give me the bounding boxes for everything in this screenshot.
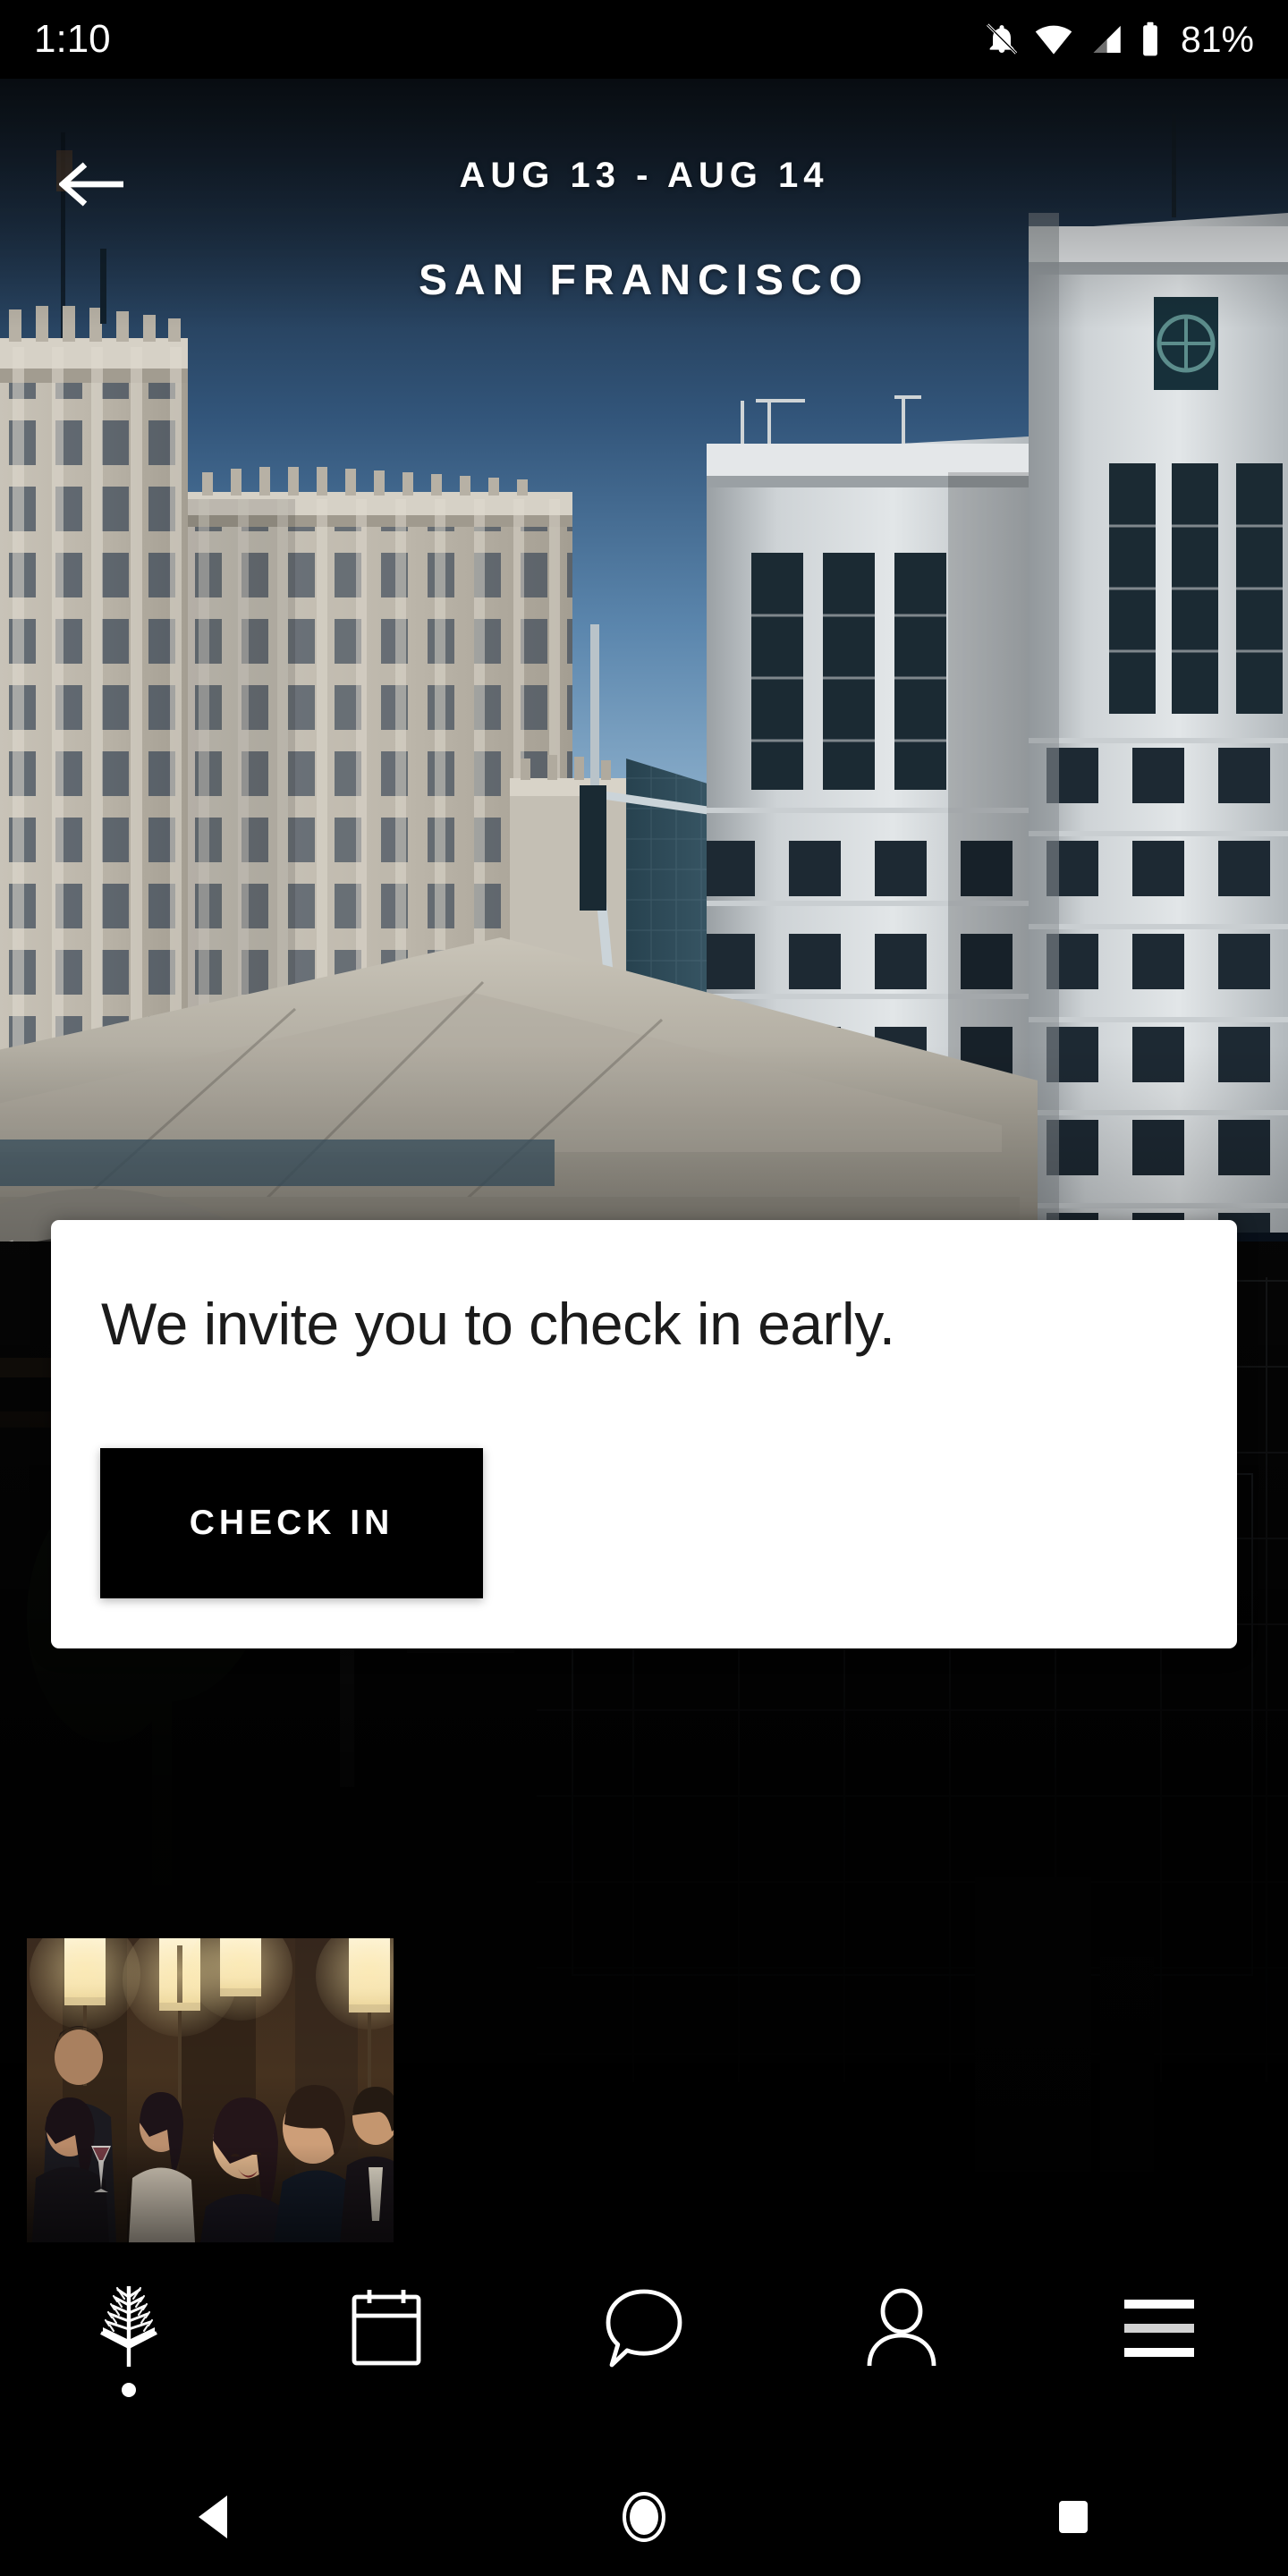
wifi-icon (1035, 21, 1072, 58)
status-bar: 1:10 81% (0, 0, 1288, 79)
android-home-button[interactable] (555, 2462, 733, 2576)
battery-icon (1139, 21, 1162, 58)
bottom-navigation-bar (0, 2261, 1288, 2462)
active-tab-indicator (122, 2383, 136, 2397)
nav-item-profile[interactable] (773, 2261, 1030, 2462)
tree-logo-icon (90, 2279, 167, 2377)
calendar-icon (349, 2279, 424, 2377)
battery-percentage: 81% (1180, 18, 1254, 60)
promo-thumbnail[interactable] (27, 1938, 394, 2242)
android-recents-square-icon (1052, 2496, 1095, 2543)
chat-bubble-icon (603, 2279, 685, 2377)
nav-item-home[interactable] (0, 2261, 258, 2462)
hero-skyline-illustration (0, 79, 1288, 2261)
hamburger-menu-icon (1121, 2279, 1198, 2377)
notifications-off-icon (984, 21, 1020, 58)
back-button[interactable] (52, 152, 134, 220)
status-bar-clock: 1:10 (34, 17, 111, 61)
back-arrow-icon (57, 159, 127, 214)
status-bar-icons: 81% (984, 19, 1254, 61)
android-home-circle-icon (619, 2490, 669, 2548)
check-in-button-label: CHECK IN (189, 1504, 394, 1542)
android-recents-button[interactable] (984, 2462, 1163, 2576)
check-in-card: We invite you to check in early. CHECK I… (51, 1220, 1237, 1648)
promo-bar-scene-image (27, 1938, 394, 2242)
android-system-navigation (0, 2462, 1288, 2576)
hero-photo (0, 79, 1288, 2261)
person-icon (862, 2279, 941, 2377)
android-back-button[interactable] (125, 2462, 304, 2576)
check-in-card-title: We invite you to check in early. (101, 1291, 895, 1357)
nav-item-calendar[interactable] (258, 2261, 515, 2462)
check-in-button[interactable]: CHECK IN (100, 1448, 483, 1598)
nav-item-menu[interactable] (1030, 2261, 1288, 2462)
cellular-signal-icon (1088, 21, 1123, 58)
nav-item-chat[interactable] (515, 2261, 773, 2462)
android-back-triangle-icon (191, 2492, 238, 2546)
